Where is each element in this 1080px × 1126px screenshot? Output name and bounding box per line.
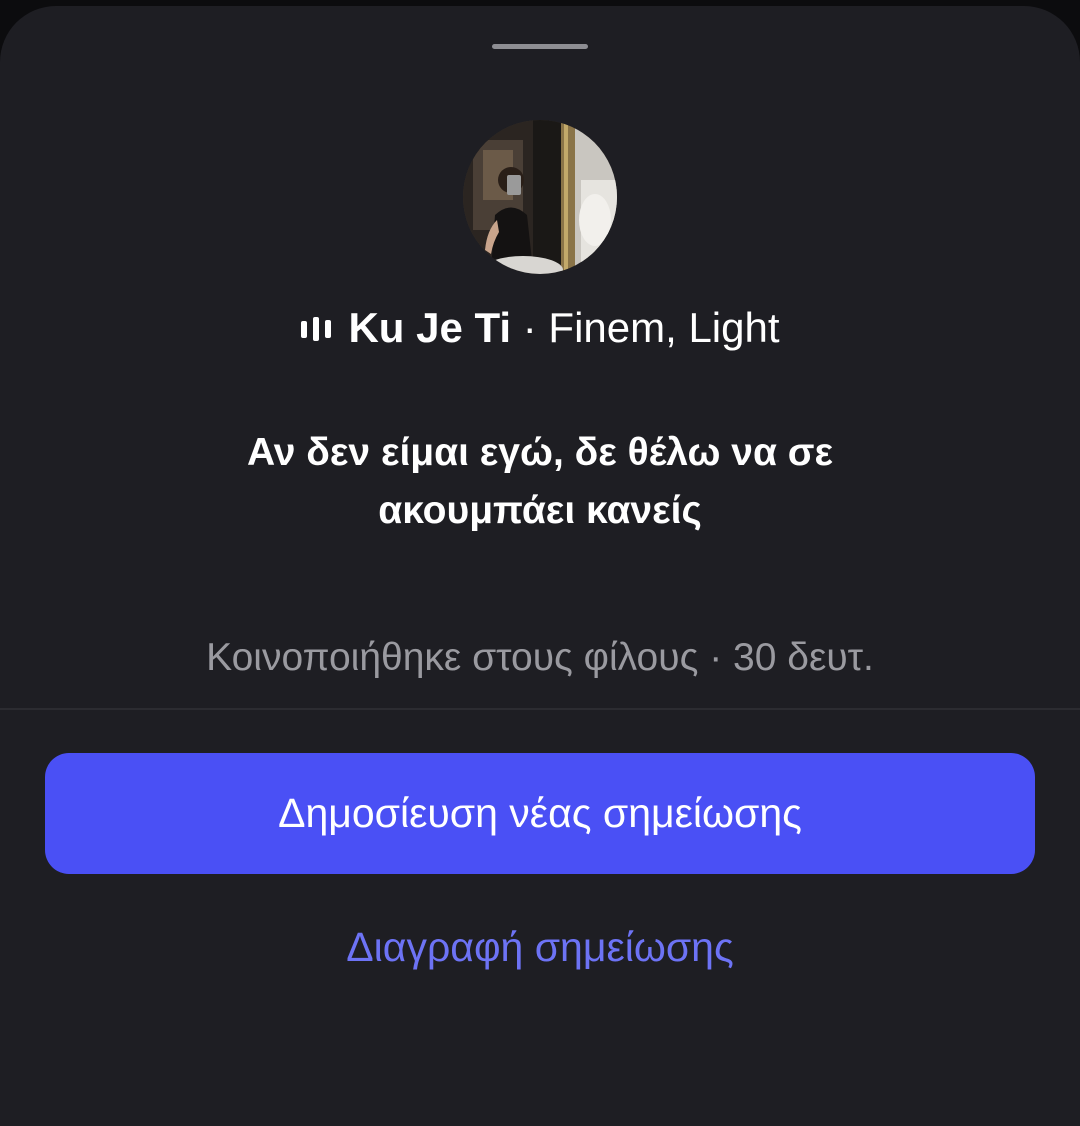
shared-info: Κοινοποιήθηκε στους φίλους · 30 δευτ. [206, 636, 874, 679]
divider [0, 708, 1080, 710]
drag-handle[interactable] [492, 44, 588, 49]
note-text: Αν δεν είμαι εγώ, δε θέλω να σε ακουμπάε… [247, 431, 833, 532]
avatar [463, 120, 617, 274]
audio-bars-icon [300, 304, 334, 352]
song-info[interactable]: Ku Je Ti · Finem, Light [0, 304, 1080, 352]
bottom-sheet: Ku Je Ti · Finem, Light Αν δεν είμαι εγώ… [0, 6, 1080, 1126]
post-new-note-button[interactable]: Δημοσίευση νέας σημείωσης [45, 753, 1035, 874]
song-separator: · [522, 304, 537, 351]
delete-note-button[interactable]: Διαγραφή σημείωσης [0, 924, 1080, 971]
avatar-photo [463, 120, 617, 274]
song-artist: Finem, Light [548, 304, 780, 351]
song-title: Ku Je Ti [348, 304, 512, 351]
